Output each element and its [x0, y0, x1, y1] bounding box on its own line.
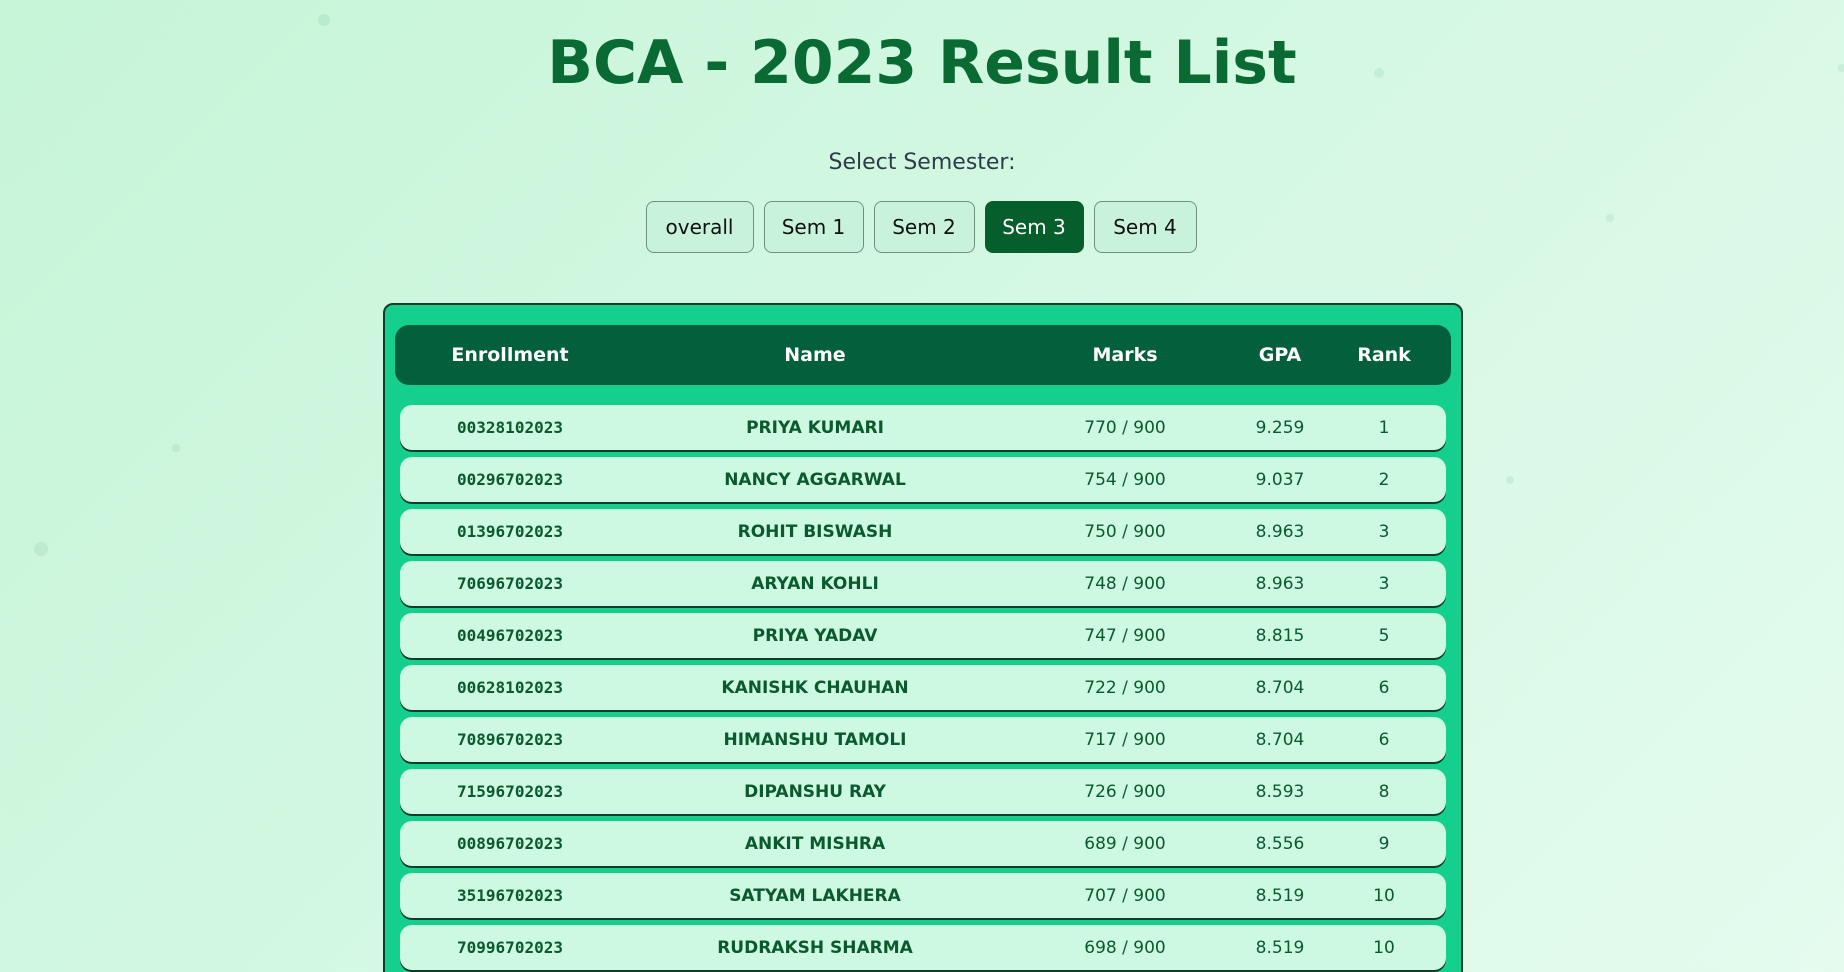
cell-marks: 722 / 900 — [1084, 677, 1166, 698]
cell-marks: 707 / 900 — [1084, 885, 1166, 906]
table-row: 70996702023 RUDRAKSH SHARMA 698 / 900 8.… — [400, 925, 1446, 970]
cell-rank: 10 — [1373, 885, 1395, 906]
semester-select-label: Select Semester: — [828, 150, 1016, 175]
cell-gpa: 8.519 — [1255, 885, 1305, 906]
cell-enrollment: 00628102023 — [457, 678, 563, 697]
header-gpa: GPA — [1258, 344, 1302, 366]
cell-rank: 1 — [1378, 417, 1390, 438]
header-rank: Rank — [1357, 344, 1411, 366]
cell-rank: 6 — [1378, 677, 1390, 698]
page-title: BCA - 2023 Result List — [547, 28, 1297, 98]
semester-button-sem-3[interactable]: Sem 3 — [984, 201, 1084, 253]
cell-rank: 10 — [1373, 937, 1395, 958]
table-row: 70896702023 HIMANSHU TAMOLI 717 / 900 8.… — [400, 717, 1446, 762]
cell-gpa: 9.037 — [1255, 469, 1305, 490]
cell-name: DIPANSHU RAY — [744, 781, 886, 802]
cell-rank: 8 — [1378, 781, 1390, 802]
table-row: 71596702023 DIPANSHU RAY 726 / 900 8.593… — [400, 769, 1446, 814]
cell-rank: 3 — [1378, 521, 1390, 542]
cell-gpa: 9.259 — [1255, 417, 1305, 438]
cell-rank: 5 — [1378, 625, 1390, 646]
cell-gpa: 8.963 — [1255, 521, 1305, 542]
background-dot — [1506, 476, 1514, 484]
cell-marks: 689 / 900 — [1084, 833, 1166, 854]
cell-marks: 726 / 900 — [1084, 781, 1166, 802]
semester-button-sem-4[interactable]: Sem 4 — [1093, 201, 1197, 253]
cell-gpa: 8.556 — [1255, 833, 1305, 854]
cell-enrollment: 70996702023 — [457, 938, 563, 957]
cell-gpa: 8.704 — [1255, 677, 1305, 698]
result-table: Enrollment Name Marks GPA Rank 003281020… — [383, 303, 1463, 972]
cell-marks: 750 / 900 — [1084, 521, 1166, 542]
cell-gpa: 8.593 — [1255, 781, 1305, 802]
table-row: 35196702023 SATYAM LAKHERA 707 / 900 8.5… — [400, 873, 1446, 918]
cell-marks: 698 / 900 — [1084, 937, 1166, 958]
header-name: Name — [784, 344, 846, 366]
cell-rank: 2 — [1378, 469, 1390, 490]
table-body: 00328102023 PRIYA KUMARI 770 / 900 9.259… — [395, 405, 1451, 970]
cell-enrollment: 00296702023 — [457, 470, 563, 489]
semester-button-sem-1[interactable]: Sem 1 — [763, 201, 864, 253]
cell-marks: 754 / 900 — [1084, 469, 1166, 490]
cell-enrollment: 00896702023 — [457, 834, 563, 853]
cell-name: KANISHK CHAUHAN — [721, 677, 909, 698]
table-row: 00896702023 ANKIT MISHRA 689 / 900 8.556… — [400, 821, 1446, 866]
semester-button-overall[interactable]: overall — [645, 201, 754, 253]
header-marks: Marks — [1092, 344, 1158, 366]
semester-button-sem-2[interactable]: Sem 2 — [873, 201, 975, 253]
background-dot — [34, 542, 48, 556]
table-row: 00628102023 KANISHK CHAUHAN 722 / 900 8.… — [400, 665, 1446, 710]
header-enrollment: Enrollment — [451, 344, 569, 366]
cell-rank: 6 — [1378, 729, 1390, 750]
table-row: 01396702023 ROHIT BISWASH 750 / 900 8.96… — [400, 509, 1446, 554]
table-row: 00328102023 PRIYA KUMARI 770 / 900 9.259… — [400, 405, 1446, 450]
cell-rank: 9 — [1378, 833, 1390, 854]
cell-enrollment: 70696702023 — [457, 574, 563, 593]
cell-name: ROHIT BISWASH — [737, 521, 893, 542]
table-row: 00296702023 NANCY AGGARWAL 754 / 900 9.0… — [400, 457, 1446, 502]
cell-enrollment: 00496702023 — [457, 626, 563, 645]
cell-enrollment: 35196702023 — [457, 886, 563, 905]
cell-marks: 748 / 900 — [1084, 573, 1166, 594]
cell-name: ANKIT MISHRA — [744, 833, 886, 854]
cell-enrollment: 71596702023 — [457, 782, 563, 801]
cell-name: SATYAM LAKHERA — [729, 885, 901, 906]
cell-name: PRIYA YADAV — [752, 625, 878, 646]
cell-name: ARYAN KOHLI — [751, 573, 879, 594]
cell-name: PRIYA KUMARI — [746, 417, 884, 438]
table-header: Enrollment Name Marks GPA Rank — [395, 325, 1451, 385]
cell-gpa: 8.963 — [1255, 573, 1305, 594]
cell-marks: 747 / 900 — [1084, 625, 1166, 646]
cell-marks: 770 / 900 — [1084, 417, 1166, 438]
background-dot — [172, 444, 180, 452]
cell-name: NANCY AGGARWAL — [724, 469, 906, 490]
table-row: 00496702023 PRIYA YADAV 747 / 900 8.815 … — [400, 613, 1446, 658]
semester-selector: overall Sem 1 Sem 2 Sem 3 Sem 4 — [0, 201, 1843, 253]
cell-marks: 717 / 900 — [1084, 729, 1166, 750]
cell-name: RUDRAKSH SHARMA — [717, 937, 913, 958]
cell-gpa: 8.815 — [1255, 625, 1305, 646]
background-dot — [318, 14, 330, 26]
cell-gpa: 8.704 — [1255, 729, 1305, 750]
cell-enrollment: 70896702023 — [457, 730, 563, 749]
cell-rank: 3 — [1378, 573, 1390, 594]
table-row: 70696702023 ARYAN KOHLI 748 / 900 8.963 … — [400, 561, 1446, 606]
cell-enrollment: 00328102023 — [457, 418, 563, 437]
cell-gpa: 8.519 — [1255, 937, 1305, 958]
cell-name: HIMANSHU TAMOLI — [723, 729, 907, 750]
cell-enrollment: 01396702023 — [457, 522, 563, 541]
